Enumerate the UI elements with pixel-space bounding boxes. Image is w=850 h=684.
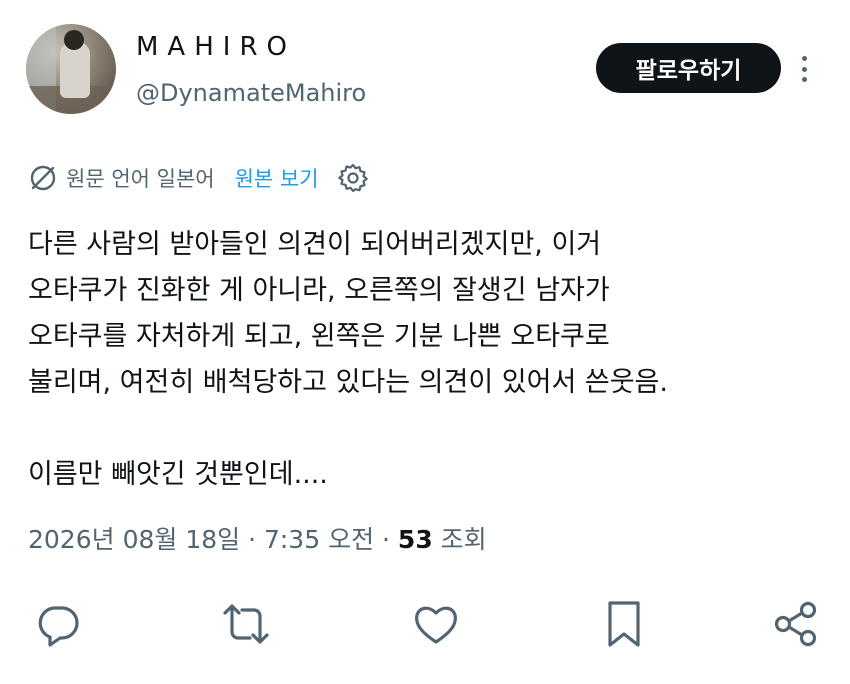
bookmark-icon <box>608 601 640 647</box>
views-label: 조회 <box>440 525 487 554</box>
post-line: 불리며, 여전히 배척당하고 있다는 의견이 있어서 쓴웃음. <box>28 367 668 398</box>
like-button[interactable] <box>408 596 464 652</box>
timestamp[interactable]: 2026년 08월 18일 · 7:35 오전 · <box>28 525 390 554</box>
view-original-link[interactable]: 원본 보기 <box>235 163 319 193</box>
post-line: 이름만 빼앗긴 것뿐인데.... <box>28 459 328 490</box>
views-count: 53 <box>397 525 433 554</box>
more-dot <box>801 56 807 61</box>
more-icon[interactable] <box>792 52 816 86</box>
display-name[interactable]: MAHIRO <box>136 32 296 62</box>
reply-icon <box>38 606 79 647</box>
translation-bar: 원문 언어 일본어 원본 보기 <box>28 160 369 196</box>
post-header: MAHIRO @DynamateMahiro 팔로우하기 <box>26 24 826 119</box>
repost-button[interactable] <box>218 596 274 652</box>
post-line: 오타쿠가 진화한 게 아니라, 오른쪽의 잘생긴 남자가 <box>28 275 610 306</box>
action-bar <box>0 596 850 656</box>
translation-label: 원문 언어 일본어 <box>66 167 215 191</box>
post-line: 다른 사람의 받아들인 의견이 되어버리겠지만, 이거 <box>28 229 602 260</box>
bookmark-button[interactable] <box>596 596 652 652</box>
post-line: 오타쿠를 자처하게 되고, 왼쪽은 기분 나쁜 오타쿠로 <box>28 321 610 352</box>
reply-button[interactable] <box>30 596 86 652</box>
like-icon <box>415 606 457 644</box>
share-button[interactable] <box>768 596 824 652</box>
follow-button[interactable]: 팔로우하기 <box>596 43 781 93</box>
user-handle[interactable]: @DynamateMahiro <box>136 79 366 107</box>
share-icon <box>774 601 817 647</box>
post-meta: 2026년 08월 18일 · 7:35 오전 · 53 조회 <box>28 520 487 556</box>
avatar-head <box>64 30 84 50</box>
repost-icon <box>223 604 269 644</box>
globe-slash-icon <box>30 165 56 191</box>
post-body: 다른 사람의 받아들인 의견이 되어버리겠지만, 이거 오타쿠가 진화한 게 아… <box>28 222 828 498</box>
avatar[interactable] <box>26 24 116 114</box>
avatar-figure <box>60 42 90 98</box>
more-dot <box>801 77 807 82</box>
gear-icon[interactable] <box>337 162 369 194</box>
more-dot <box>801 66 807 72</box>
